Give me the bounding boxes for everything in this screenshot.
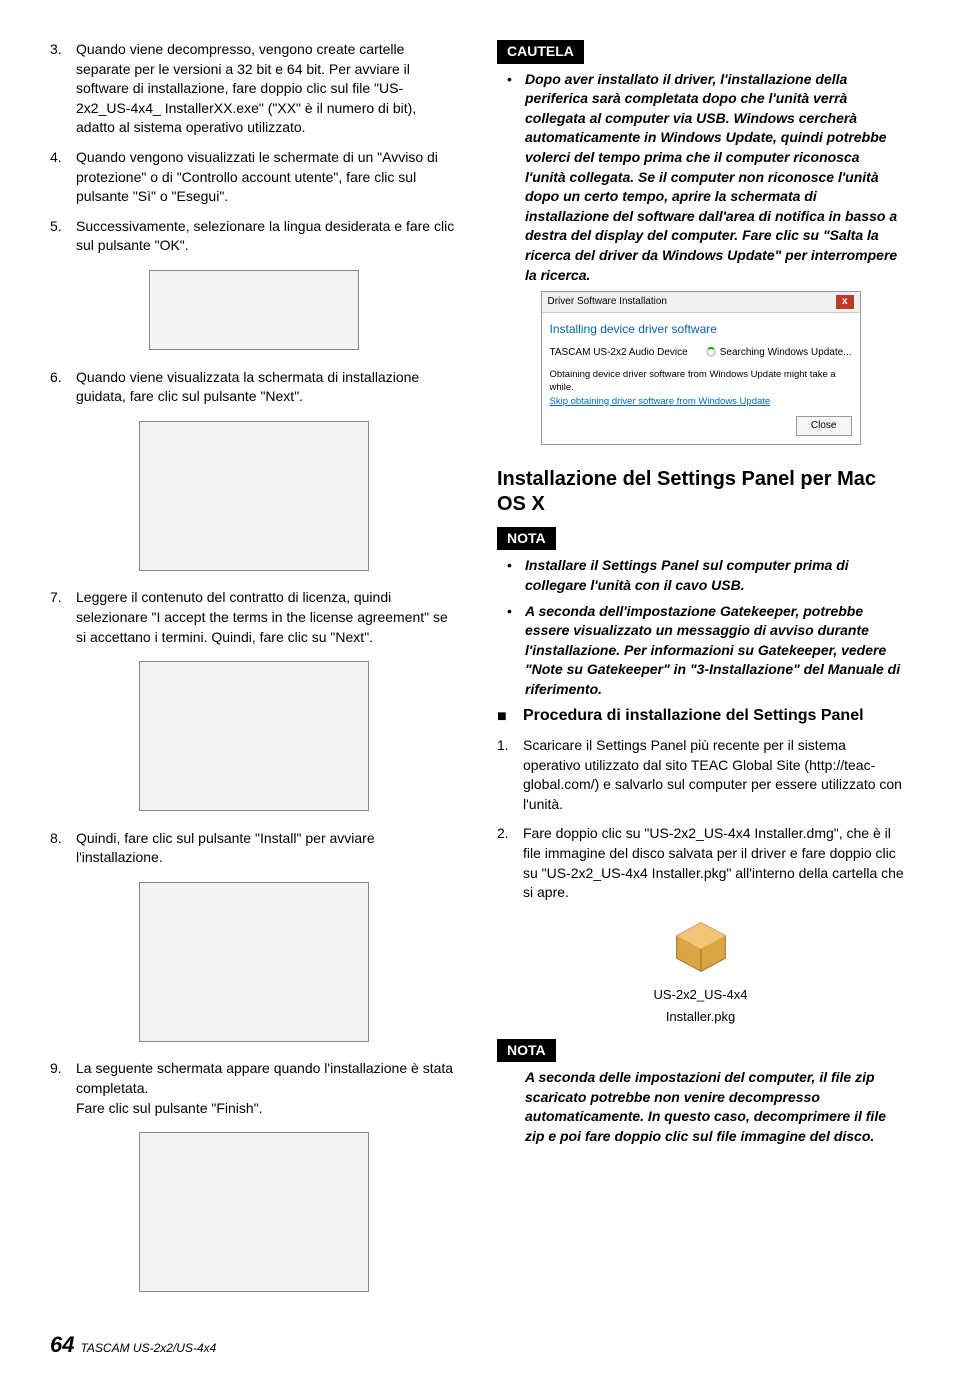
page-number: 64: [50, 1330, 74, 1361]
nota-tag: NOTA: [497, 527, 556, 551]
step-text: La seguente schermata appare quando l'in…: [76, 1060, 453, 1096]
step-text: Quindi, fare clic sul pulsante "Install"…: [76, 829, 457, 868]
screenshot-driver-install: Driver Software Installation x Installing…: [497, 291, 904, 445]
cautela-tag: CAUTELA: [497, 40, 584, 64]
step-number: 9.: [50, 1059, 76, 1118]
nota-text: A seconda dell'impostazione Gatekeeper, …: [525, 602, 904, 700]
step-text: Fare doppio clic su "US-2x2_US-4x4 Insta…: [523, 824, 904, 902]
nota-tag: NOTA: [497, 1039, 556, 1063]
step-number: 3.: [50, 40, 76, 138]
square-bullet-icon: ■: [497, 706, 523, 728]
footer-model: TASCAM US-2x2/US-4x4: [80, 1340, 216, 1357]
driver-device: TASCAM US-2x2 Audio Device: [550, 346, 688, 360]
subsection-title: Procedura di installazione del Settings …: [523, 706, 864, 728]
driver-status: Searching Windows Update...: [720, 347, 852, 358]
step-number: 4.: [50, 148, 76, 207]
step-number: 8.: [50, 829, 76, 868]
close-icon: x: [836, 295, 854, 309]
screenshot-language-dialog: [50, 270, 457, 356]
pkg-caption-line1: US-2x2_US-4x4: [497, 986, 904, 1004]
step-text: Quando viene decompresso, vengono create…: [76, 40, 457, 138]
step-number: 1.: [497, 736, 523, 814]
bullet-icon: •: [507, 556, 525, 595]
driver-skip-link: Skip obtaining driver software from Wind…: [550, 395, 852, 408]
pkg-caption-line2: Installer.pkg: [497, 1008, 904, 1026]
driver-heading: Installing device driver software: [550, 321, 852, 338]
step-number: 7.: [50, 588, 76, 647]
driver-close-button: Close: [796, 416, 852, 436]
screenshot-welcome-wizard: [50, 421, 457, 577]
screenshot-license-agreement: [50, 661, 457, 817]
screenshot-ready-install: [50, 882, 457, 1048]
section-title: Installazione del Settings Panel per Mac…: [497, 467, 904, 517]
cautela-text: Dopo aver installato il driver, l'instal…: [525, 70, 904, 286]
step-text-line2: Fare clic sul pulsante "Finish".: [76, 1100, 263, 1116]
step-number: 2.: [497, 824, 523, 902]
step-text: Quando vengono visualizzati le schermate…: [76, 148, 457, 207]
bullet-icon: •: [507, 70, 525, 286]
nota2-text: A seconda delle impostazioni del compute…: [525, 1068, 904, 1146]
spinner-icon: [706, 347, 716, 357]
driver-message: Obtaining device driver software from Wi…: [550, 368, 852, 395]
step-text: Scaricare il Settings Panel più recente …: [523, 736, 904, 814]
package-icon: [497, 917, 904, 983]
step-text: Successivamente, selezionare la lingua d…: [76, 217, 457, 256]
nota-text: Installare il Settings Panel sul compute…: [525, 556, 904, 595]
driver-dialog-title: Driver Software Installation: [548, 295, 668, 309]
step-number: 6.: [50, 368, 76, 407]
pkg-icon-figure: US-2x2_US-4x4 Installer.pkg: [497, 917, 904, 1027]
screenshot-finish: [50, 1132, 457, 1298]
step-text: Leggere il contenuto del contratto di li…: [76, 588, 457, 647]
step-number: 5.: [50, 217, 76, 256]
step-text: Quando viene visualizzata la schermata d…: [76, 368, 457, 407]
bullet-icon: •: [507, 602, 525, 700]
